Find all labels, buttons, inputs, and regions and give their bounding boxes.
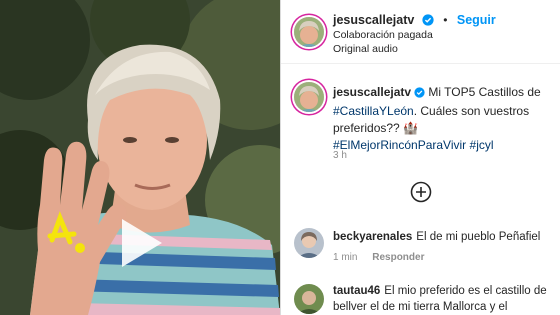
header-title-row: jesuscallejatv • Seguir: [333, 11, 496, 31]
comment-body: El de mi pueblo Peñafiel: [416, 231, 541, 243]
post-header: jesuscallejatv • Seguir Colaboración pag…: [281, 0, 560, 64]
author-username[interactable]: jesuscallejatv: [333, 13, 414, 27]
hashtag-jcyl[interactable]: #jcyl: [470, 138, 494, 152]
post-caption: jesuscallejatv Mi TOP5 Castillos de #Cas…: [333, 84, 555, 154]
comment-avatar[interactable]: [294, 228, 324, 258]
add-circle-icon: [410, 181, 432, 203]
instagram-post-view: jesuscallejatv • Seguir Colaboración pag…: [0, 0, 560, 315]
comment-meta: 1 min Responder: [333, 252, 424, 263]
load-more-comments-button[interactable]: [410, 181, 432, 203]
follow-button[interactable]: Seguir: [457, 13, 496, 27]
original-audio-link[interactable]: Original audio: [333, 43, 398, 55]
post-side-panel: jesuscallejatv • Seguir Colaboración pag…: [280, 0, 560, 315]
caption-verified-badge-icon: [414, 86, 425, 103]
comment-item-2: tautau46 El mio preferido es el castillo …: [333, 283, 555, 315]
comment-username[interactable]: beckyarenales: [333, 231, 412, 243]
author-avatar[interactable]: [294, 17, 324, 47]
caption-username[interactable]: jesuscallejatv: [333, 85, 411, 99]
comment-avatar-2[interactable]: [294, 284, 324, 314]
author-avatar-image: [294, 17, 324, 47]
comment-username-2[interactable]: tautau46: [333, 285, 380, 297]
hashtag-castillayleon[interactable]: #CastillaYLeón: [333, 104, 414, 118]
hashtag-elmejorrinconparavivir[interactable]: #ElMejorRincónParaVivir: [333, 138, 466, 152]
caption-author-avatar[interactable]: [294, 82, 324, 112]
post-timestamp[interactable]: 3 h: [333, 150, 347, 161]
caption-author-avatar-image: [294, 82, 324, 112]
comment-timestamp[interactable]: 1 min: [333, 252, 357, 263]
play-button[interactable]: [110, 213, 170, 273]
reply-button[interactable]: Responder: [372, 252, 424, 263]
commenter-avatar-image-2: [294, 284, 324, 314]
commenter-avatar-image: [294, 228, 324, 258]
paid-partnership-label[interactable]: Colaboración pagada: [333, 29, 433, 41]
reel-video[interactable]: [0, 0, 280, 315]
comment-item: beckyarenales El de mi pueblo Peñafiel: [333, 229, 555, 245]
separator-dot: •: [443, 13, 448, 27]
caption-text-1: Mi TOP5 Castillos de: [428, 85, 541, 99]
play-icon: [122, 219, 162, 267]
